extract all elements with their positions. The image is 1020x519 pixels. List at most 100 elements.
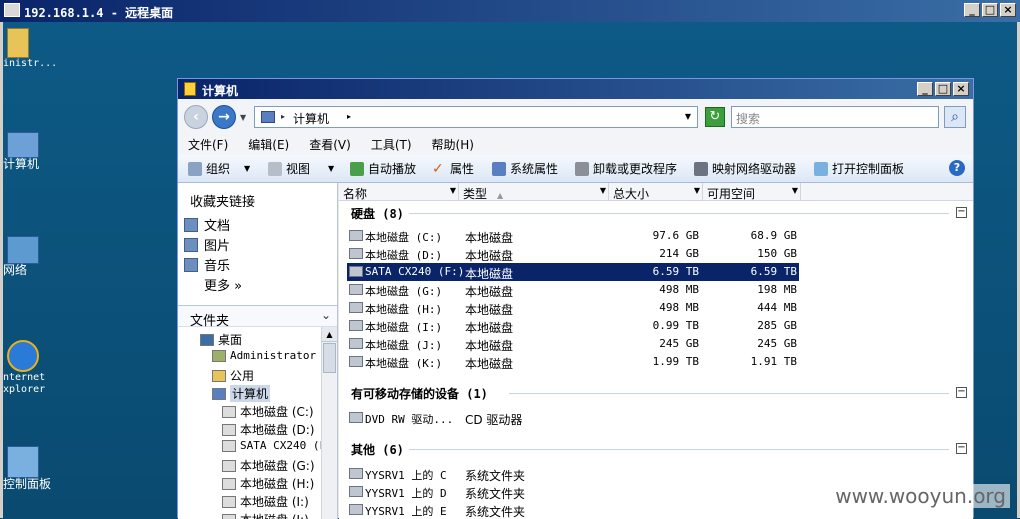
system-properties-icon xyxy=(492,162,506,176)
rdp-titlebar[interactable]: 192.168.1.4 - 远程桌面 _ □ × xyxy=(0,0,1020,22)
maximize-button[interactable]: □ xyxy=(982,3,998,17)
drive-icon xyxy=(349,320,363,331)
address-bar[interactable]: ▸ 计算机 ▸ ▼ xyxy=(254,106,698,128)
autoplay-button[interactable]: 自动播放 xyxy=(350,160,416,177)
table-row[interactable]: 本地磁盘 (J:) 本地磁盘 245 GB 245 GB xyxy=(347,335,799,353)
table-row[interactable]: 本地磁盘 (G:) 本地磁盘 498 MB 198 MB xyxy=(347,281,799,299)
table-row[interactable]: 本地磁盘 (K:) 本地磁盘 1.99 TB 1.91 TB xyxy=(347,353,799,371)
back-button[interactable]: ‹ xyxy=(184,105,208,129)
chevron-down-icon[interactable]: ⌄ xyxy=(321,308,331,322)
maximize-button[interactable]: □ xyxy=(935,82,951,96)
tree-item-drive-i[interactable]: 本地磁盘 (I:) xyxy=(222,493,309,510)
tree-item-administrator[interactable]: Administrator xyxy=(212,349,316,362)
menu-edit[interactable]: 编辑(E) xyxy=(248,136,289,153)
row-type: 系统文件夹 xyxy=(465,467,525,484)
menu-view[interactable]: 查看(V) xyxy=(309,136,351,153)
desktop-icon-computer[interactable]: 计算机 xyxy=(3,132,73,170)
chevron-down-icon: ▼ xyxy=(328,164,334,173)
collapse-group-icon[interactable]: − xyxy=(956,387,967,398)
desktop-icon-internet-explorer[interactable]: nternet xplorer xyxy=(3,340,73,396)
table-row[interactable]: 本地磁盘 (I:) 本地磁盘 0.99 TB 285 GB xyxy=(347,317,799,335)
open-control-panel-label: 打开控制面板 xyxy=(832,160,904,177)
desktop-icon-control-panel[interactable]: 控制面板 xyxy=(3,446,73,490)
help-icon[interactable]: ? xyxy=(949,160,965,176)
tree-item-drive-g[interactable]: 本地磁盘 (G:) xyxy=(222,457,315,474)
tree-item-public[interactable]: 公用 xyxy=(212,367,254,384)
properties-button[interactable]: ✓ 属性 xyxy=(432,160,474,177)
close-button[interactable]: × xyxy=(953,82,969,96)
refresh-button[interactable]: ↻ xyxy=(705,107,725,127)
chevron-right-icon[interactable]: ▸ xyxy=(281,112,285,121)
group-header-removable[interactable]: 有可移动存储的设备 (1) xyxy=(351,385,488,402)
minimize-button[interactable]: _ xyxy=(917,82,933,96)
system-properties-button[interactable]: 系统属性 xyxy=(492,160,558,177)
row-free-space: 245 GB xyxy=(697,337,797,350)
folder-icon xyxy=(7,28,29,58)
address-dropdown-icon[interactable]: ▼ xyxy=(685,112,691,121)
table-row-selected[interactable]: SATA CX240 (F:) 本地磁盘 6.59 TB 6.59 TB xyxy=(347,263,799,281)
chevron-down-icon[interactable]: ▼ xyxy=(600,186,606,195)
table-row[interactable]: DVD RW 驱动... CD 驱动器 xyxy=(347,409,799,427)
column-header-name[interactable]: 名称▼ xyxy=(339,183,459,201)
favorite-link-documents[interactable]: 文档 xyxy=(184,215,230,234)
control-panel-icon xyxy=(814,162,828,176)
tree-item-drive-f[interactable]: SATA CX240 (F xyxy=(222,439,326,452)
column-header-free-space[interactable]: 可用空间▼ xyxy=(703,183,801,201)
chevron-down-icon[interactable]: ▼ xyxy=(792,186,798,195)
favorite-link-music[interactable]: 音乐 xyxy=(184,255,230,274)
rdp-window-controls: _ □ × xyxy=(964,3,1016,17)
search-icon[interactable]: ⌕ xyxy=(944,106,966,128)
tree-item-computer[interactable]: 计算机 xyxy=(212,385,270,402)
table-row[interactable]: 本地磁盘 (H:) 本地磁盘 498 MB 444 MB xyxy=(347,299,799,317)
row-type: 本地磁盘 xyxy=(465,301,513,318)
tree-item-drive-c[interactable]: 本地磁盘 (C:) xyxy=(222,403,314,420)
tree-item-desktop[interactable]: 桌面 xyxy=(200,331,242,348)
recent-pages-dropdown[interactable]: ▼ xyxy=(240,113,246,122)
breadcrumb-computer[interactable]: 计算机 xyxy=(293,110,329,127)
chevron-down-icon[interactable]: ▼ xyxy=(450,186,456,195)
row-name: 本地磁盘 (I:) xyxy=(365,319,442,335)
forward-button[interactable]: → xyxy=(212,105,236,129)
minimize-button[interactable]: _ xyxy=(964,3,980,17)
folders-header[interactable]: 文件夹 ⌄ xyxy=(178,305,337,327)
scrollbar-thumb[interactable] xyxy=(323,343,336,373)
collapse-group-icon[interactable]: − xyxy=(956,443,967,454)
menu-tools[interactable]: 工具(T) xyxy=(371,136,412,153)
tree-item-drive-d[interactable]: 本地磁盘 (D:) xyxy=(222,421,314,438)
chevron-right-icon[interactable]: ▸ xyxy=(347,112,351,121)
column-header-total-size[interactable]: 总大小▼ xyxy=(609,183,703,201)
views-button[interactable]: 视图 ▼ xyxy=(268,160,334,177)
network-share-icon xyxy=(349,468,363,479)
uninstall-program-button[interactable]: 卸载或更改程序 xyxy=(575,160,677,177)
desktop-icon-administrator[interactable]: inistr... xyxy=(3,28,73,70)
table-row[interactable]: YYSRV1 上的 E 系统文件夹 xyxy=(347,501,799,519)
close-button[interactable]: × xyxy=(1000,3,1016,17)
desktop-icon-network[interactable]: 网络 xyxy=(3,236,73,276)
folder-tree-scrollbar[interactable]: ▲ xyxy=(321,327,337,519)
menu-help[interactable]: 帮助(H) xyxy=(432,136,474,153)
group-header-hard-disks[interactable]: 硬盘 (8) xyxy=(351,205,404,222)
chevron-down-icon[interactable]: ▼ xyxy=(694,186,700,195)
map-network-drive-button[interactable]: 映射网络驱动器 xyxy=(694,160,796,177)
table-row[interactable]: 本地磁盘 (C:) 本地磁盘 97.6 GB 68.9 GB xyxy=(347,227,799,245)
table-row[interactable]: 本地磁盘 (D:) 本地磁盘 214 GB 150 GB xyxy=(347,245,799,263)
explorer-titlebar[interactable]: 计算机 _ □ × xyxy=(178,79,973,99)
group-header-other[interactable]: 其他 (6) xyxy=(351,441,404,458)
table-row[interactable]: YYSRV1 上的 D 系统文件夹 xyxy=(347,483,799,501)
collapse-group-icon[interactable]: − xyxy=(956,207,967,218)
scroll-up-arrow-icon[interactable]: ▲ xyxy=(322,327,337,342)
computer-icon xyxy=(212,388,226,400)
tree-item-drive-h[interactable]: 本地磁盘 (H:) xyxy=(222,475,314,492)
favorite-link-more[interactable]: 更多 » xyxy=(204,275,242,294)
column-header-type[interactable]: 类型▲▼ xyxy=(459,183,609,201)
organize-button[interactable]: 组织 ▼ xyxy=(188,160,250,177)
desktop-icon xyxy=(200,334,214,346)
favorite-link-pictures[interactable]: 图片 xyxy=(184,235,230,254)
menu-file[interactable]: 文件(F) xyxy=(188,136,228,153)
row-type: 本地磁盘 xyxy=(465,229,513,246)
open-control-panel-button[interactable]: 打开控制面板 xyxy=(814,160,904,177)
command-bar: 组织 ▼ 视图 ▼ 自动播放 ✓ 属性 系统属性 卸载或更改程序 映射网络驱动器 xyxy=(178,155,973,183)
search-input[interactable]: 搜索 xyxy=(731,106,939,128)
tree-item-label: 本地磁盘 (C:) xyxy=(240,403,314,420)
table-row[interactable]: YYSRV1 上的 C 系统文件夹 xyxy=(347,465,799,483)
